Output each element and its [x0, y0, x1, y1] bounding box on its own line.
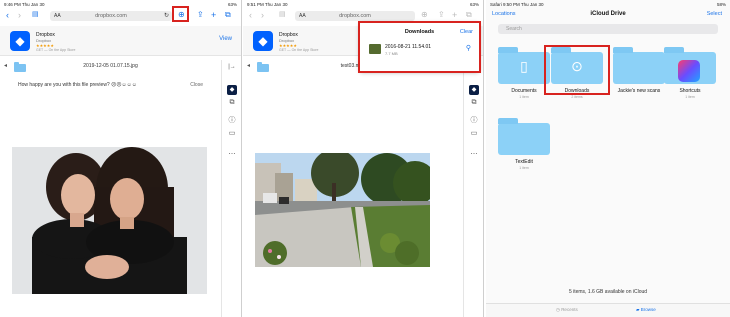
comment-icon[interactable]: ▭ — [469, 129, 479, 139]
reload-icon[interactable]: ↻ — [164, 11, 169, 21]
info-icon[interactable]: ⓘ — [227, 116, 237, 126]
view-button[interactable]: View — [219, 36, 232, 42]
url-text: dropbox.com — [95, 13, 127, 19]
share-icon[interactable]: ⇪ — [438, 10, 445, 20]
status-time: Safari 9:50 PM Thu Jan 30 — [490, 2, 544, 7]
dropbox-sidebar-icon[interactable]: ◆ — [227, 85, 237, 95]
safari-toolbar: ‹ › ▤ AA dropbox.com ↻ ⊕ ⇪ + ⧉ — [0, 9, 241, 23]
folder-textedit[interactable]: TextEdit 1 item — [498, 118, 550, 170]
url-text: dropbox.com — [339, 13, 371, 19]
open-external-icon[interactable]: ⧉ — [469, 98, 479, 108]
battery-indicator: 58% — [716, 2, 726, 7]
navigation-bar: Locations iCloud Drive Select — [486, 9, 730, 23]
downloads-icon[interactable]: ⊕ — [421, 10, 428, 20]
comment-icon[interactable]: ▭ — [227, 129, 237, 139]
status-time: 9:51 PM Thu Jan 30 — [247, 2, 288, 7]
photo-preview — [12, 147, 207, 294]
tab-recents-label: Recents — [561, 307, 578, 312]
status-time: 9:46 PM Thu Jan 30 — [4, 2, 45, 7]
open-external-icon[interactable]: ⧉ — [227, 98, 237, 108]
safari-panel-video-downloads: 9:51 PM Thu Jan 30 63% ‹ › ▤ AA dropbox.… — [243, 0, 484, 317]
folder-label: Jackie's new scans — [617, 88, 661, 94]
tab-recents[interactable]: ◷ Recents — [556, 307, 578, 313]
app-store-text: GET — On the App Store — [36, 48, 76, 52]
reader-aa-button[interactable]: AA — [299, 11, 306, 21]
feedback-close-button[interactable]: Close — [190, 82, 203, 88]
video-preview[interactable] — [255, 153, 430, 267]
highlight-downloads-folder — [544, 45, 610, 95]
folder-meta: 2 items — [571, 95, 583, 99]
preview-sidebar: |→ ◆ ⧉ ⓘ ▭ ⋯ — [221, 60, 241, 317]
safari-panel-photo-preview: 9:46 PM Thu Jan 30 63% ‹ › ▤ AA dropbox.… — [0, 0, 242, 317]
collapse-sidebar-icon[interactable]: |→ — [227, 62, 237, 72]
folder-jackies-new-scans[interactable]: Jackie's new scans — [613, 47, 665, 95]
dropbox-logo-icon: ◆ — [253, 31, 273, 51]
more-icon[interactable]: ⋯ — [227, 150, 237, 160]
sidebar-icon[interactable]: ▤ — [279, 10, 286, 20]
search-input[interactable]: Search — [498, 24, 718, 34]
forward-icon[interactable]: › — [261, 10, 264, 20]
battery-indicator: 63% — [469, 2, 479, 7]
status-bar: 9:51 PM Thu Jan 30 63% — [243, 0, 483, 9]
new-tab-icon[interactable]: + — [211, 10, 216, 20]
more-icon[interactable]: ⋯ — [469, 150, 479, 160]
app-store-banner: ◆ Dropbox Dropbox ★★★★★ GET — On the App… — [0, 26, 241, 56]
folder-shortcuts[interactable]: Shortcuts 1 item — [664, 47, 716, 99]
folder-meta: 1 item — [519, 95, 529, 99]
app-store-text: GET — On the App Store — [279, 48, 319, 52]
status-bar: 9:46 PM Thu Jan 30 63% — [0, 0, 241, 9]
folder-label: Documents — [511, 88, 537, 94]
dropbox-logo-icon: ◆ — [10, 31, 30, 51]
document-icon: ▯ — [520, 58, 528, 74]
select-button[interactable]: Select — [707, 11, 722, 17]
folder-label: Shortcuts — [679, 88, 701, 94]
url-bar[interactable]: AA dropbox.com — [295, 11, 415, 21]
folder-meta: 1 item — [519, 166, 529, 170]
page-title: iCloud Drive — [590, 11, 626, 17]
back-icon[interactable]: ‹ — [249, 10, 252, 20]
back-icon[interactable]: ‹ — [6, 10, 9, 20]
tab-bar: ◷ Recents ▰ Browse — [486, 303, 730, 317]
preview-sidebar: |→ ◆ ⧉ ⓘ ▭ ⋯ — [463, 60, 483, 317]
reader-aa-button[interactable]: AA — [54, 11, 61, 21]
info-icon[interactable]: ⓘ — [469, 116, 479, 126]
share-icon[interactable]: ⇪ — [197, 10, 204, 20]
file-header: ◂ 2019-12-05 01.07.15.jpg — [0, 60, 221, 74]
file-name: 2019-12-05 01.07.15.jpg — [83, 63, 138, 69]
battery-indicator: 63% — [227, 2, 237, 7]
folder-meta: 1 item — [685, 95, 695, 99]
tab-browse-label: Browse — [640, 307, 656, 312]
folder-documents[interactable]: ▯ Documents 1 item — [498, 47, 550, 99]
url-bar[interactable]: AA dropbox.com ↻ — [50, 11, 172, 21]
folder-label: TextEdit — [515, 159, 533, 165]
tabs-icon[interactable]: ⧉ — [225, 10, 231, 20]
files-app-icloud-drive: Safari 9:50 PM Thu Jan 30 58% Locations … — [486, 0, 730, 317]
new-tab-icon[interactable]: + — [452, 10, 457, 20]
tabs-icon[interactable]: ⧉ — [466, 10, 472, 20]
highlight-downloads-button — [172, 6, 189, 22]
storage-summary: 5 items, 1.6 GB available on iCloud — [568, 289, 648, 295]
shortcuts-app-icon — [678, 60, 700, 82]
status-bar: Safari 9:50 PM Thu Jan 30 58% — [486, 0, 730, 9]
forward-icon[interactable]: › — [18, 10, 21, 20]
tab-browse[interactable]: ▰ Browse — [636, 307, 656, 313]
preview-feedback-prompt: How happy are you with this file preview… — [18, 82, 137, 88]
sidebar-icon[interactable]: ▤ — [32, 10, 39, 20]
dropbox-sidebar-icon[interactable]: ◆ — [469, 85, 479, 95]
highlight-downloads-popover — [358, 21, 481, 73]
